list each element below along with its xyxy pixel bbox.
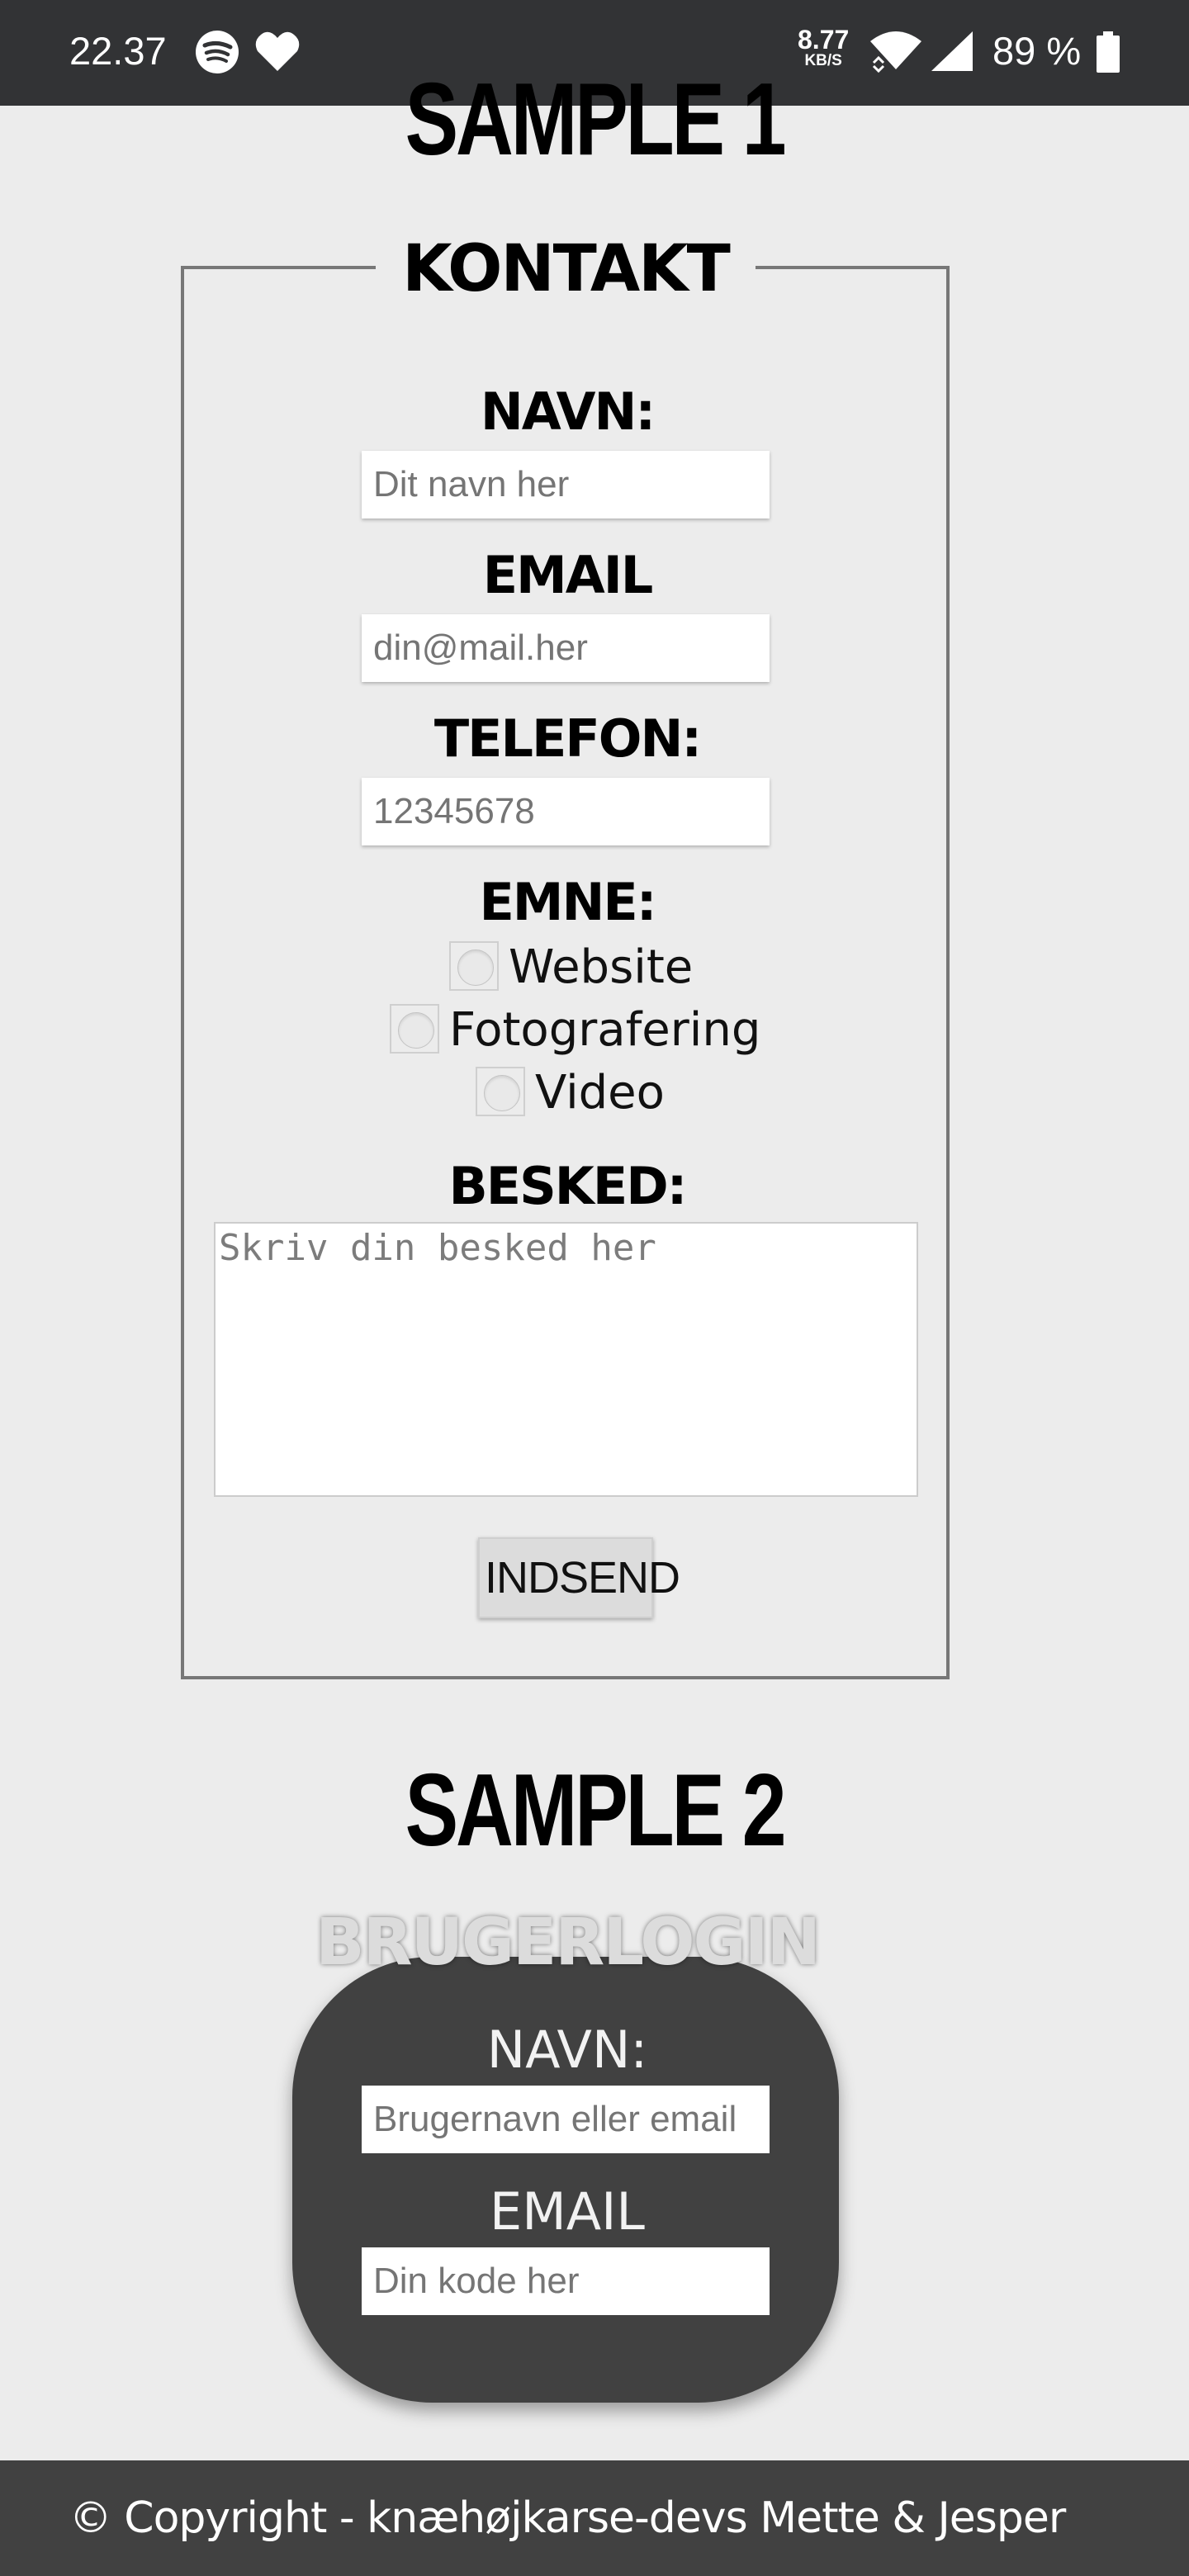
name-input[interactable]	[362, 451, 770, 519]
sample2-heading: SAMPLE 2	[405, 1754, 787, 1868]
copyright-text: © Copyright - knæhøjkarse-devs Mette & J…	[69, 2493, 1067, 2543]
login-email-label: EMAIL	[490, 2181, 645, 2242]
subject-label: EMNE:	[479, 872, 656, 932]
network-speed: 8.77 KB/S	[798, 25, 850, 69]
footer: © Copyright - knæhøjkarse-devs Mette & J…	[0, 2460, 1189, 2576]
login-name-label: NAVN:	[486, 2020, 648, 2080]
phone-label: TELEFON:	[433, 708, 702, 769]
radio-button[interactable]	[476, 1067, 525, 1116]
radio-button[interactable]	[390, 1004, 439, 1054]
subject-option-label: Website	[509, 940, 694, 994]
submit-button[interactable]: INDSEND	[478, 1537, 680, 1618]
login-password-input[interactable]	[362, 2247, 770, 2315]
message-textarea[interactable]	[214, 1222, 918, 1497]
subject-option-label: Fotografering	[449, 1003, 761, 1057]
phone-input[interactable]	[362, 778, 770, 845]
subject-option-label: Video	[535, 1066, 665, 1120]
message-label: BESKED:	[448, 1156, 688, 1216]
radio-button[interactable]	[449, 941, 499, 991]
sample1-heading: SAMPLE 1	[405, 63, 787, 177]
contact-legend: KONTAKT	[376, 228, 756, 310]
name-label: NAVN:	[480, 381, 656, 442]
email-label: EMAIL	[482, 545, 654, 605]
login-title: BRUGERLOGIN	[315, 1906, 821, 1980]
battery-icon	[1097, 31, 1120, 76]
email-input[interactable]	[362, 614, 770, 682]
login-username-input[interactable]	[362, 2086, 770, 2153]
